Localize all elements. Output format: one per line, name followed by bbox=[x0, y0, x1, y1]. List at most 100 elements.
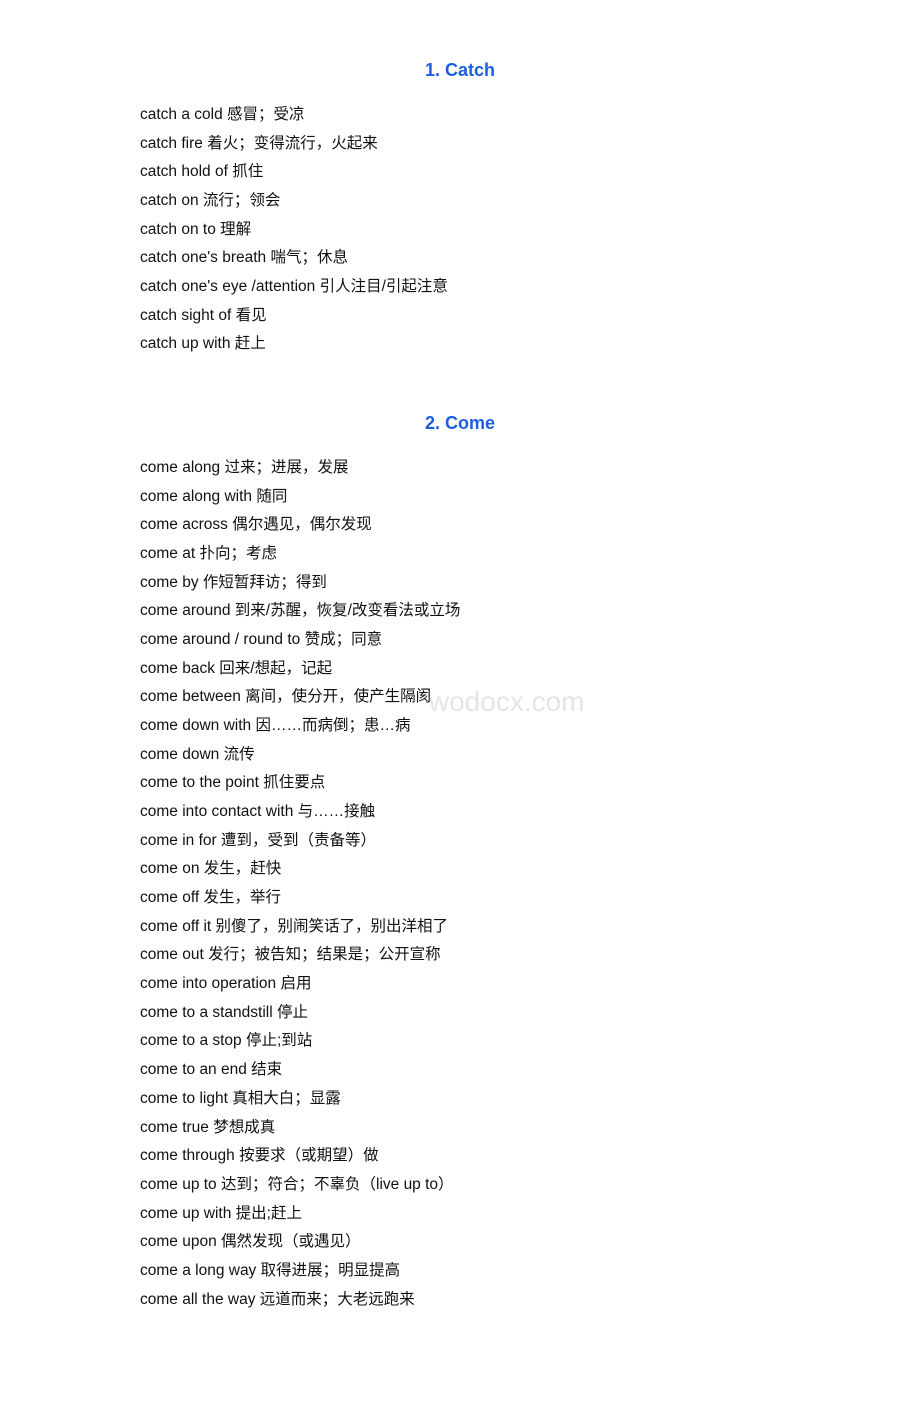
phrase-text: come into contact with bbox=[140, 803, 293, 820]
translation-text: 到来/苏醒，恢复/改变看法或立场 bbox=[235, 602, 461, 619]
list-item: come into contact with 与……接触 bbox=[140, 798, 780, 827]
phrase-text: come around bbox=[140, 602, 230, 619]
translation-text: 流行；领会 bbox=[203, 192, 281, 209]
phrase-text: catch a cold bbox=[140, 106, 223, 123]
list-item: come along 过来；进展，发展 bbox=[140, 454, 780, 483]
phrase-text: come upon bbox=[140, 1233, 217, 1250]
translation-text: 抓住 bbox=[232, 163, 263, 180]
translation-text: 发行；被告知；结果是；公开宣称 bbox=[208, 946, 441, 963]
phrase-text: come out bbox=[140, 946, 204, 963]
list-item: come all the way 远道而来；大老远跑来 bbox=[140, 1286, 780, 1315]
translation-text: 扑向；考虑 bbox=[199, 545, 277, 562]
list-item: catch sight of 看见 bbox=[140, 302, 780, 331]
translation-text: 别傻了，别闹笑话了，别出洋相了 bbox=[216, 918, 449, 935]
phrase-text: come to a stop bbox=[140, 1032, 242, 1049]
section-catch: 1. Catchcatch a cold 感冒；受凉catch fire 着火；… bbox=[140, 60, 780, 359]
list-item: come across 偶尔遇见，偶尔发现 bbox=[140, 511, 780, 540]
phrase-text: come off it bbox=[140, 918, 211, 935]
list-item: come upon 偶然发现（或遇见） bbox=[140, 1228, 780, 1257]
list-item: come up with 提出;赶上 bbox=[140, 1200, 780, 1229]
translation-text: 结束 bbox=[251, 1061, 282, 1078]
list-item: catch fire 着火；变得流行，火起来 bbox=[140, 130, 780, 159]
list-item: come to a stop 停止;到站 bbox=[140, 1027, 780, 1056]
list-item: come into operation 启用 bbox=[140, 970, 780, 999]
translation-text: 流传 bbox=[224, 746, 255, 763]
translation-text: 回来/想起，记起 bbox=[219, 660, 332, 677]
phrase-text: come down with bbox=[140, 717, 251, 734]
phrase-text: catch one's eye /attention bbox=[140, 278, 315, 295]
translation-text: 看见 bbox=[236, 307, 267, 324]
list-item: come through 按要求（或期望）做 bbox=[140, 1142, 780, 1171]
list-item: catch a cold 感冒；受凉 bbox=[140, 101, 780, 130]
phrase-text: come a long way bbox=[140, 1262, 256, 1279]
list-item: catch one's eye /attention 引人注目/引起注意 bbox=[140, 273, 780, 302]
list-item: come to a standstill 停止 bbox=[140, 999, 780, 1028]
phrase-text: come to a standstill bbox=[140, 1004, 273, 1021]
translation-text: 提出;赶上 bbox=[236, 1205, 302, 1222]
phrase-text: catch on bbox=[140, 192, 199, 209]
list-item: come along with 随同 bbox=[140, 483, 780, 512]
translation-text: 赶上 bbox=[235, 335, 266, 352]
list-item: come off it 别傻了，别闹笑话了，别出洋相了 bbox=[140, 913, 780, 942]
list-item: come by 作短暂拜访；得到 bbox=[140, 569, 780, 598]
list-item: come a long way 取得进展；明显提高 bbox=[140, 1257, 780, 1286]
phrase-text: catch up with bbox=[140, 335, 230, 352]
list-item: come on 发生，赶快 bbox=[140, 855, 780, 884]
translation-text: 达到；符合；不辜负（live up to） bbox=[221, 1176, 454, 1193]
list-item: come off 发生，举行 bbox=[140, 884, 780, 913]
phrase-text: come to light bbox=[140, 1090, 228, 1107]
phrase-text: come by bbox=[140, 574, 199, 591]
translation-text: 启用 bbox=[280, 975, 311, 992]
translation-text: 偶然发现（或遇见） bbox=[221, 1233, 361, 1250]
phrase-text: come to an end bbox=[140, 1061, 247, 1078]
list-item: come between 离间，使分开，使产生隔阂 bbox=[140, 683, 780, 712]
list-item: come in for 遭到，受到（责备等） bbox=[140, 827, 780, 856]
translation-text: 与……接触 bbox=[298, 803, 376, 820]
translation-text: 远道而来；大老远跑来 bbox=[260, 1291, 415, 1308]
translation-text: 停止;到站 bbox=[246, 1032, 312, 1049]
phrase-text: catch sight of bbox=[140, 307, 231, 324]
list-item: catch on 流行；领会 bbox=[140, 187, 780, 216]
phrase-text: come all the way bbox=[140, 1291, 255, 1308]
phrase-text: come across bbox=[140, 516, 228, 533]
translation-text: 着火；变得流行，火起来 bbox=[207, 135, 378, 152]
phrase-text: come in for bbox=[140, 832, 217, 849]
translation-text: 按要求（或期望）做 bbox=[239, 1147, 379, 1164]
translation-text: 因……而病倒；患…病 bbox=[255, 717, 410, 734]
translation-text: 发生，举行 bbox=[203, 889, 281, 906]
phrase-text: come down bbox=[140, 746, 219, 763]
list-item: come to an end 结束 bbox=[140, 1056, 780, 1085]
phrase-text: come to the point bbox=[140, 774, 259, 791]
translation-text: 理解 bbox=[220, 221, 251, 238]
phrase-text: come on bbox=[140, 860, 199, 877]
section-title-come: 2. Come bbox=[140, 413, 780, 434]
translation-text: 抓住要点 bbox=[263, 774, 325, 791]
section-come: 2. Come come along 过来；进展，发展come along wit… bbox=[140, 413, 780, 1314]
translation-text: 真相大白；显露 bbox=[232, 1090, 341, 1107]
list-item: come around 到来/苏醒，恢复/改变看法或立场 bbox=[140, 597, 780, 626]
phrase-text: catch on to bbox=[140, 221, 216, 238]
phrase-text: catch fire bbox=[140, 135, 203, 152]
translation-text: 发生，赶快 bbox=[204, 860, 282, 877]
phrase-text: catch one's breath bbox=[140, 249, 266, 266]
phrase-text: come through bbox=[140, 1147, 235, 1164]
phrase-text: catch hold of bbox=[140, 163, 228, 180]
translation-text: 取得进展；明显提高 bbox=[261, 1262, 401, 1279]
list-item: come down with 因……而病倒；患…病 bbox=[140, 712, 780, 741]
list-item: catch one's breath 喘气；休息 bbox=[140, 244, 780, 273]
translation-text: 离间，使分开，使产生隔阂 bbox=[245, 688, 431, 705]
phrase-text: come up to bbox=[140, 1176, 217, 1193]
translation-text: 感冒；受凉 bbox=[227, 106, 305, 123]
list-item: come at 扑向；考虑 bbox=[140, 540, 780, 569]
phrase-text: come at bbox=[140, 545, 195, 562]
translation-text: 喘气；休息 bbox=[271, 249, 349, 266]
section-title-catch: 1. Catch bbox=[140, 60, 780, 81]
list-item: catch on to 理解 bbox=[140, 216, 780, 245]
translation-text: 赞成；同意 bbox=[305, 631, 383, 648]
list-item: come out 发行；被告知；结果是；公开宣称 bbox=[140, 941, 780, 970]
translation-text: 梦想成真 bbox=[213, 1119, 275, 1136]
translation-text: 遭到，受到（责备等） bbox=[221, 832, 376, 849]
translation-text: 偶尔遇见，偶尔发现 bbox=[232, 516, 372, 533]
translation-text: 作短暂拜访；得到 bbox=[203, 574, 327, 591]
list-item: come to light 真相大白；显露 bbox=[140, 1085, 780, 1114]
